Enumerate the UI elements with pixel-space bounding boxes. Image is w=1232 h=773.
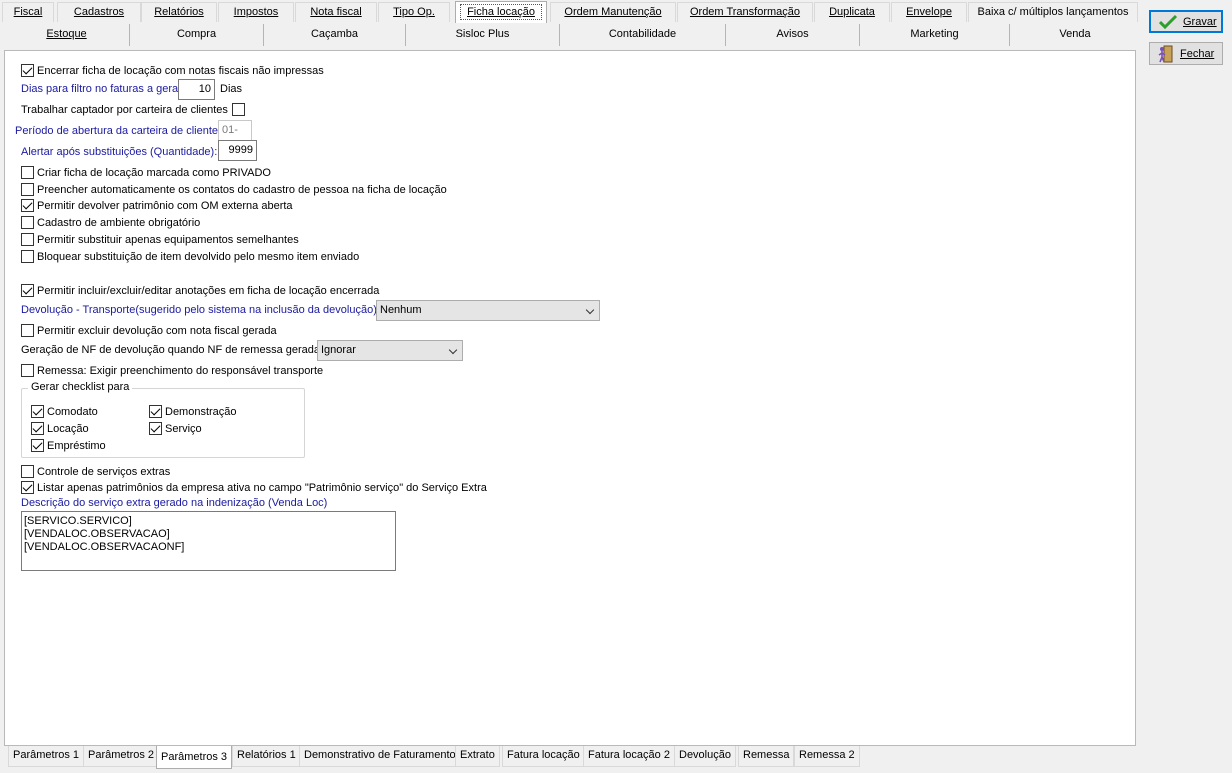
description-label: Descrição do serviço extra gerado na ind… [21,497,328,509]
annotations-checkbox[interactable] [21,284,34,297]
checklist-demonstracao[interactable]: Demonstração [149,404,237,419]
tab-cacamba[interactable]: Caçamba [264,24,406,46]
days-filter-label: Dias para filtro no faturas a gerar [21,83,182,95]
tab-fatura-locacao-2[interactable]: Fatura locação 2 [583,746,675,767]
extra-services-checkbox[interactable] [21,465,34,478]
autofill-contacts-checkbox[interactable] [21,183,34,196]
close-sheet-option[interactable]: Encerrar ficha de locação com notas fisc… [21,63,324,78]
exit-door-icon [1158,45,1173,62]
checklist-comodato[interactable]: Comodato [31,404,98,419]
return-patrimony-checkbox[interactable] [21,199,34,212]
tab-impostos[interactable]: Impostos [218,2,294,22]
sub-tab-row: Estoque Compra Caçamba Sisloc Plus Conta… [4,24,1140,46]
shipment-responsible-option[interactable]: Remessa: Exigir preenchimento do respons… [21,363,323,378]
tab-demonstrativo-faturamento[interactable]: Demonstrativo de Faturamento [299,746,461,767]
tab-parametros-1[interactable]: Parâmetros 1 [8,746,85,767]
tab-sisloc-plus[interactable]: Sisloc Plus [406,24,560,46]
private-sheet-option[interactable]: Criar ficha de locação marcada como PRIV… [21,165,271,180]
checklist-emprestimo[interactable]: Empréstimo [31,438,106,453]
servico-checkbox[interactable] [149,422,162,435]
tab-tipo-op[interactable]: Tipo Op. [378,2,450,22]
shipment-responsible-checkbox[interactable] [21,364,34,377]
transport-select[interactable]: Nenhum [376,300,600,321]
delete-return-checkbox[interactable] [21,324,34,337]
similar-only-option[interactable]: Permitir substituir apenas equipamentos … [21,232,299,247]
tab-envelope[interactable]: Envelope [891,2,967,22]
checklist-group: Gerar checklist para Comodato Demonstraç… [21,381,305,458]
tab-remessa[interactable]: Remessa [738,746,795,767]
nf-generation-select[interactable]: Ignorar [317,340,463,361]
demonstracao-checkbox[interactable] [149,405,162,418]
annotations-option[interactable]: Permitir incluir/excluir/editar anotaçõe… [21,283,379,298]
description-textarea[interactable]: [SERVICO.SERVICO] [VENDALOC.OBSERVACAO] … [21,511,396,571]
tab-extrato[interactable]: Extrato [455,746,500,767]
parameters-panel: Encerrar ficha de locação com notas fisc… [4,50,1136,746]
tab-compra[interactable]: Compra [130,24,264,46]
period-input[interactable]: 01-31 [218,120,252,155]
tab-ficha-locacao[interactable]: Ficha locação [455,1,547,23]
transport-label: Devolução - Transporte(sugerido pelo sis… [21,304,377,316]
period-label: Período de abertura da carteira de clien… [15,125,219,137]
emprestimo-checkbox[interactable] [31,439,44,452]
chevron-down-icon [585,305,595,315]
save-button[interactable]: Gravar [1149,10,1223,33]
tab-parametros-3[interactable]: Parâmetros 3 [156,746,233,769]
tab-cadastros[interactable]: Cadastros [57,2,141,22]
comodato-checkbox[interactable] [31,405,44,418]
tab-fiscal[interactable]: Fiscal [2,2,54,22]
delete-return-option[interactable]: Permitir excluir devolução com nota fisc… [21,323,277,338]
bottom-tab-row: Parâmetros 1 Parâmetros 2 Parâmetros 3 R… [6,746,1146,769]
days-filter-input[interactable]: 10 [178,79,215,100]
list-patrimonies-checkbox[interactable] [21,481,34,494]
nf-generation-label: Geração de NF de devolução quando NF de … [21,344,321,356]
tab-parametros-2[interactable]: Parâmetros 2 [83,746,160,767]
block-substitution-option[interactable]: Bloquear substituição de item devolvido … [21,249,359,264]
autofill-contacts-option[interactable]: Preencher automaticamente os contatos do… [21,182,447,197]
chevron-down-icon [448,345,458,355]
tab-relatorios-1[interactable]: Relatórios 1 [232,746,301,767]
tab-contabilidade[interactable]: Contabilidade [560,24,726,46]
environment-required-checkbox[interactable] [21,216,34,229]
tab-devolucao[interactable]: Devolução [674,746,736,767]
list-patrimonies-option[interactable]: Listar apenas patrimônios da empresa ati… [21,480,487,495]
extra-services-option[interactable]: Controle de serviços extras [21,464,170,479]
private-sheet-checkbox[interactable] [21,166,34,179]
tab-ordem-transformacao[interactable]: Ordem Transformação [677,2,813,22]
tab-estoque[interactable]: Estoque [4,24,130,46]
alert-label: Alertar após substituições (Quantidade): [21,146,218,158]
checklist-servico[interactable]: Serviço [149,421,202,436]
tab-avisos[interactable]: Avisos [726,24,860,46]
collector-option[interactable]: Trabalhar captador por carteira de clien… [21,102,248,117]
tab-remessa-2[interactable]: Remessa 2 [794,746,860,767]
environment-required-option[interactable]: Cadastro de ambiente obrigatório [21,215,200,230]
tab-venda[interactable]: Venda [1010,24,1140,46]
tab-duplicata[interactable]: Duplicata [814,2,890,22]
alert-input[interactable]: 9999 [218,140,257,161]
tab-fatura-locacao[interactable]: Fatura locação [502,746,585,767]
close-button[interactable]: Fechar [1149,42,1223,65]
block-substitution-checkbox[interactable] [21,250,34,263]
collector-checkbox[interactable] [231,103,245,116]
checkmark-icon [1159,14,1177,29]
locacao-checkbox[interactable] [31,422,44,435]
tab-relatorios[interactable]: Relatórios [141,2,217,22]
checklist-locacao[interactable]: Locação [31,421,89,436]
close-sheet-checkbox[interactable] [21,64,34,77]
tab-marketing[interactable]: Marketing [860,24,1010,46]
return-patrimony-option[interactable]: Permitir devolver patrimônio com OM exte… [21,198,293,213]
tab-ordem-manutencao[interactable]: Ordem Manutenção [550,2,676,22]
days-unit-label: Dias [220,83,243,95]
top-tab-row: Fiscal Cadastros Relatórios Impostos Not… [0,0,1140,23]
tab-baixa-multiplos[interactable]: Baixa c/ múltiplos lançamentos [968,2,1138,22]
checklist-group-title: Gerar checklist para [28,381,133,393]
tab-nota-fiscal[interactable]: Nota fiscal [295,2,377,22]
similar-only-checkbox[interactable] [21,233,34,246]
